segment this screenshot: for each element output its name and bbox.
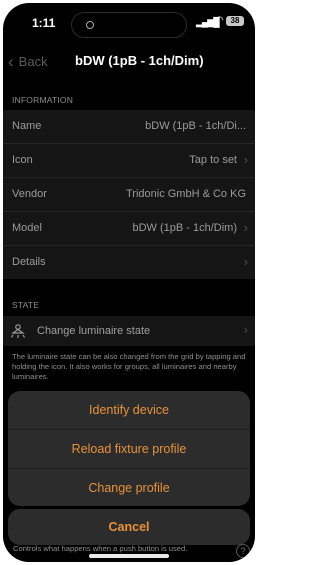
details-row[interactable]: Details ›: [3, 246, 255, 279]
icon-value: Tap to set: [189, 154, 237, 166]
page-title: bDW (1pB - 1ch/Dim): [75, 53, 204, 68]
chevron-right-icon: ›: [243, 152, 248, 167]
vendor-label: Vendor: [12, 188, 47, 200]
information-group: Name bDW (1pB - 1ch/Di... Icon Tap to se…: [3, 110, 255, 279]
status-time: 1:11: [32, 16, 56, 30]
model-value: bDW (1pB - 1ch/Dim): [132, 222, 237, 234]
help-icon[interactable]: ?: [236, 544, 250, 558]
name-row[interactable]: Name bDW (1pB - 1ch/Di...: [3, 110, 255, 144]
luminaire-icon: [10, 324, 26, 338]
name-value: bDW (1pB - 1ch/Di...: [145, 120, 246, 132]
change-luminaire-state-label: Change luminaire state: [37, 325, 151, 337]
action-sheet: Identify device Reload fixture profile C…: [8, 391, 250, 506]
change-profile-button[interactable]: Change profile: [8, 469, 250, 506]
cancel-button[interactable]: Cancel: [8, 509, 250, 545]
chevron-right-icon: ›: [243, 220, 248, 235]
navigation-bar: ‹ Back bDW (1pB - 1ch/Dim): [3, 47, 255, 79]
camera-indicator-icon: [86, 21, 94, 29]
change-luminaire-state-row[interactable]: Change luminaire state ›: [3, 316, 255, 346]
chevron-right-icon: ›: [243, 322, 248, 337]
back-button[interactable]: ‹ Back: [8, 52, 48, 72]
back-label: Back: [18, 54, 48, 69]
model-label: Model: [12, 222, 42, 234]
identify-device-button[interactable]: Identify device: [8, 391, 250, 430]
status-bar: 1:11 ▂▄▆█ ◠ 38: [3, 3, 255, 47]
vendor-row: Vendor Tridonic GmbH & Co KG: [3, 178, 255, 212]
app-screen: 1:11 ▂▄▆█ ◠ 38 ‹ Back bDW (1pB - 1ch/Dim)…: [3, 3, 255, 562]
phone-frame: 1:11 ▂▄▆█ ◠ 38 ‹ Back bDW (1pB - 1ch/Dim)…: [0, 0, 258, 565]
push-button-note: Controls what happens when a push button…: [13, 544, 188, 553]
details-label: Details: [12, 256, 46, 268]
chevron-left-icon: ‹: [8, 52, 14, 71]
vendor-value: Tridonic GmbH & Co KG: [125, 188, 246, 200]
name-label: Name: [12, 120, 42, 132]
wifi-icon: ◠: [215, 15, 224, 26]
reload-fixture-profile-button[interactable]: Reload fixture profile: [8, 430, 250, 469]
chevron-right-icon: ›: [243, 254, 248, 269]
information-section-header: INFORMATION: [12, 95, 74, 105]
icon-label: Icon: [12, 154, 33, 166]
state-section-header: STATE: [12, 300, 40, 310]
model-row[interactable]: Model bDW (1pB - 1ch/Dim) ›: [3, 212, 255, 246]
dynamic-island: [71, 12, 187, 38]
battery-icon: 38: [226, 16, 244, 26]
home-indicator[interactable]: [89, 554, 169, 558]
icon-row[interactable]: Icon Tap to set ›: [3, 144, 255, 178]
state-footnote: The luminaire state can be also changed …: [12, 352, 246, 381]
